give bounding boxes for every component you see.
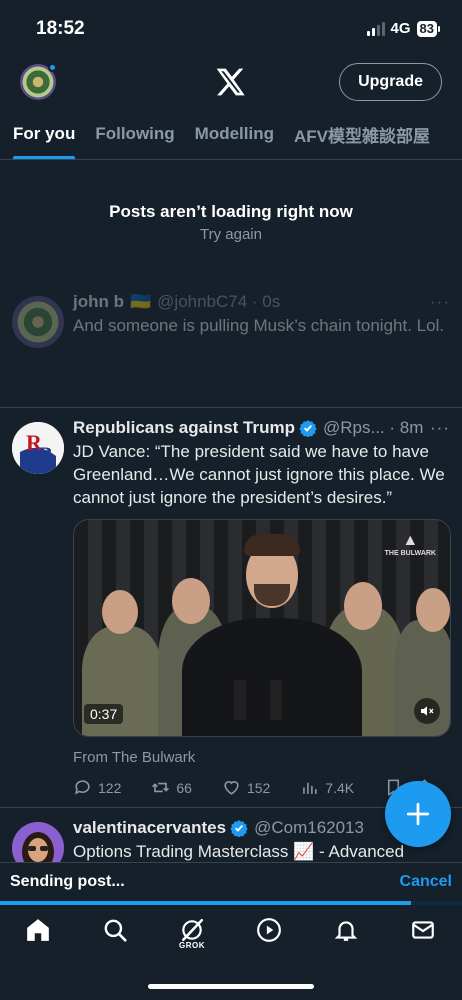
verified-badge-icon bbox=[230, 820, 248, 837]
repost-button[interactable]: 66 bbox=[151, 778, 192, 797]
sending-status: Sending post... bbox=[10, 873, 125, 890]
reply-count: 122 bbox=[98, 779, 122, 796]
play-icon bbox=[257, 918, 281, 942]
tab-for-you[interactable]: For you bbox=[0, 108, 85, 159]
post-avatar[interactable] bbox=[12, 296, 64, 348]
mute-icon[interactable] bbox=[414, 698, 440, 724]
video-duration: 0:37 bbox=[84, 704, 124, 724]
nav-video[interactable] bbox=[253, 917, 285, 953]
post-author-handle: @Rps... · 8m bbox=[323, 418, 424, 437]
load-error-notice: Posts aren’t loading right now Try again bbox=[0, 202, 462, 243]
tab-following[interactable]: Following bbox=[85, 108, 184, 159]
repost-count: 66 bbox=[176, 779, 192, 796]
grok-label: GROK bbox=[179, 941, 205, 950]
grok-icon bbox=[182, 918, 204, 942]
nav-messages[interactable] bbox=[407, 917, 439, 953]
tab-afv-community[interactable]: AFV模型雑談部屋 bbox=[284, 108, 440, 159]
plus-icon bbox=[406, 802, 430, 826]
post-avatar[interactable]: R B bbox=[12, 422, 64, 474]
post-text: JD Vance: “The president said we have to… bbox=[73, 442, 445, 507]
top-header: Upgrade bbox=[0, 56, 462, 108]
network-type: 4G bbox=[390, 20, 411, 37]
post-author-handle: @Com162013 bbox=[254, 818, 364, 837]
post-author-handle: @johnbC74 · 0s bbox=[157, 292, 281, 311]
post-text: Options Trading Masterclass 📈 - Advanced bbox=[73, 842, 405, 861]
divider bbox=[0, 407, 462, 408]
nav-home[interactable] bbox=[22, 917, 54, 953]
nav-grok[interactable]: GROK bbox=[176, 917, 208, 953]
video-player[interactable]: ▲ THE BULWARK 0:37 bbox=[73, 519, 451, 737]
flag-icon: 🇺🇦 bbox=[129, 292, 152, 311]
reply-button[interactable]: 122 bbox=[73, 778, 121, 797]
signal-icon bbox=[366, 21, 385, 36]
watermark-text: THE BULWARK bbox=[384, 550, 436, 557]
timeline-tabs: For you Following Modelling AFV模型雑談部屋 bbox=[0, 108, 462, 160]
nav-search[interactable] bbox=[99, 917, 131, 953]
home-icon bbox=[27, 919, 49, 941]
status-time: 18:52 bbox=[36, 18, 85, 39]
views-icon bbox=[303, 782, 317, 794]
view-count: 7.4K bbox=[325, 779, 355, 796]
notification-dot bbox=[48, 63, 57, 72]
post-author-name[interactable]: john b bbox=[73, 292, 124, 312]
nav-notifications[interactable] bbox=[330, 917, 362, 953]
load-error-title: Posts aren’t loading right now bbox=[109, 202, 353, 221]
views-button[interactable]: 7.4K bbox=[300, 778, 354, 797]
pending-post[interactable]: john b 🇺🇦 @johnbC74 · 0s ··· And someone… bbox=[0, 292, 462, 408]
post-text: And someone is pulling Musk’s chain toni… bbox=[73, 316, 445, 335]
post-author-name[interactable]: valentinacervantes bbox=[73, 818, 226, 838]
profile-avatar[interactable] bbox=[20, 63, 57, 100]
video-watermark: ▲ THE BULWARK bbox=[384, 532, 436, 557]
bell-icon bbox=[334, 921, 358, 941]
post-author-name[interactable]: Republicans against Trump bbox=[73, 418, 295, 438]
search-icon bbox=[104, 919, 127, 942]
status-bar: 18:52 4G 83 bbox=[0, 0, 462, 56]
repost-icon bbox=[152, 782, 170, 793]
like-count: 152 bbox=[246, 779, 271, 796]
more-options-icon[interactable]: ··· bbox=[430, 292, 450, 312]
mail-icon bbox=[412, 921, 434, 939]
battery-level: 83 bbox=[416, 20, 437, 37]
video-source[interactable]: From The Bulwark bbox=[73, 749, 450, 766]
upgrade-button[interactable]: Upgrade bbox=[339, 63, 442, 101]
sending-post-bar: Sending post... Cancel bbox=[0, 862, 462, 904]
battery-icon: 83 bbox=[416, 20, 440, 37]
cancel-sending-button[interactable]: Cancel bbox=[400, 873, 452, 891]
compose-button[interactable] bbox=[385, 781, 451, 847]
try-again-link[interactable]: Try again bbox=[0, 226, 462, 243]
like-button[interactable]: 152 bbox=[222, 778, 270, 797]
home-indicator bbox=[148, 984, 314, 989]
reply-icon bbox=[74, 780, 90, 795]
x-logo-icon bbox=[216, 68, 245, 96]
more-options-icon[interactable]: ··· bbox=[430, 418, 450, 438]
heart-icon bbox=[224, 781, 239, 795]
verified-badge-icon bbox=[299, 420, 317, 437]
post[interactable]: R B Republicans against Trump @Rps... · … bbox=[0, 418, 462, 808]
tab-modelling[interactable]: Modelling bbox=[185, 108, 284, 159]
svg-text:B: B bbox=[38, 442, 53, 467]
